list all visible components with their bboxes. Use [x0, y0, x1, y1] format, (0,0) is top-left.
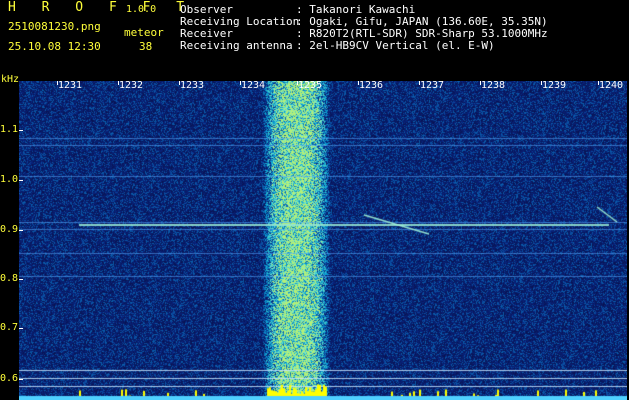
x-tick — [480, 81, 481, 85]
x-tick-label: 1232 — [119, 80, 144, 91]
y-tick — [19, 180, 23, 181]
y-tick-label: 0.7 — [0, 322, 19, 333]
x-tick-label: 1235 — [298, 80, 323, 91]
file-datetime: 25.10.08 12:30 — [8, 40, 101, 53]
x-tick-label: 1231 — [58, 80, 83, 91]
y-tick — [19, 379, 23, 380]
x-tick-label: 1238 — [481, 80, 506, 91]
x-tick — [240, 81, 241, 85]
antenna-label: Receiving antenna — [180, 39, 293, 52]
x-tick-label: 1234 — [241, 80, 266, 91]
y-tick — [19, 279, 23, 280]
x-tick-label: 1236 — [359, 80, 384, 91]
x-tick — [297, 81, 298, 85]
x-tick — [541, 81, 542, 85]
file-name: 2510081230.png — [8, 20, 101, 33]
spectrogram-canvas — [19, 81, 627, 400]
y-tick-label: 0.8 — [0, 273, 19, 284]
antenna-value: : 2el-HB9CV Vertical (el. E-W) — [296, 39, 495, 52]
x-tick-label: 1237 — [420, 80, 445, 91]
app-version: 1.0.0 — [126, 4, 157, 15]
x-tick — [358, 81, 359, 85]
y-tick — [19, 230, 23, 231]
x-tick-label: 1240 — [599, 80, 624, 91]
x-tick — [57, 81, 58, 85]
app-logo: H R O F F T — [8, 0, 194, 15]
spectrogram-plot — [19, 81, 627, 400]
y-tick — [19, 328, 23, 329]
x-tick — [118, 81, 119, 85]
meteor-count: 38 — [139, 40, 153, 53]
y-tick-label: 1.0 — [0, 174, 19, 185]
x-tick — [419, 81, 420, 85]
hroffft-window: { "app": { "logo": "H R O F F T", "versi… — [0, 0, 629, 400]
y-tick-label: 0.6 — [0, 373, 19, 384]
x-tick-label: 1239 — [542, 80, 567, 91]
x-tick-label: 1233 — [180, 80, 205, 91]
x-tick — [598, 81, 599, 85]
y-tick-label: 1.1 — [0, 124, 19, 135]
meteor-label: meteor — [124, 26, 164, 39]
y-tick-label: 0.9 — [0, 224, 19, 235]
y-axis-unit: kHz — [1, 74, 20, 85]
y-tick — [19, 130, 23, 131]
x-tick — [179, 81, 180, 85]
